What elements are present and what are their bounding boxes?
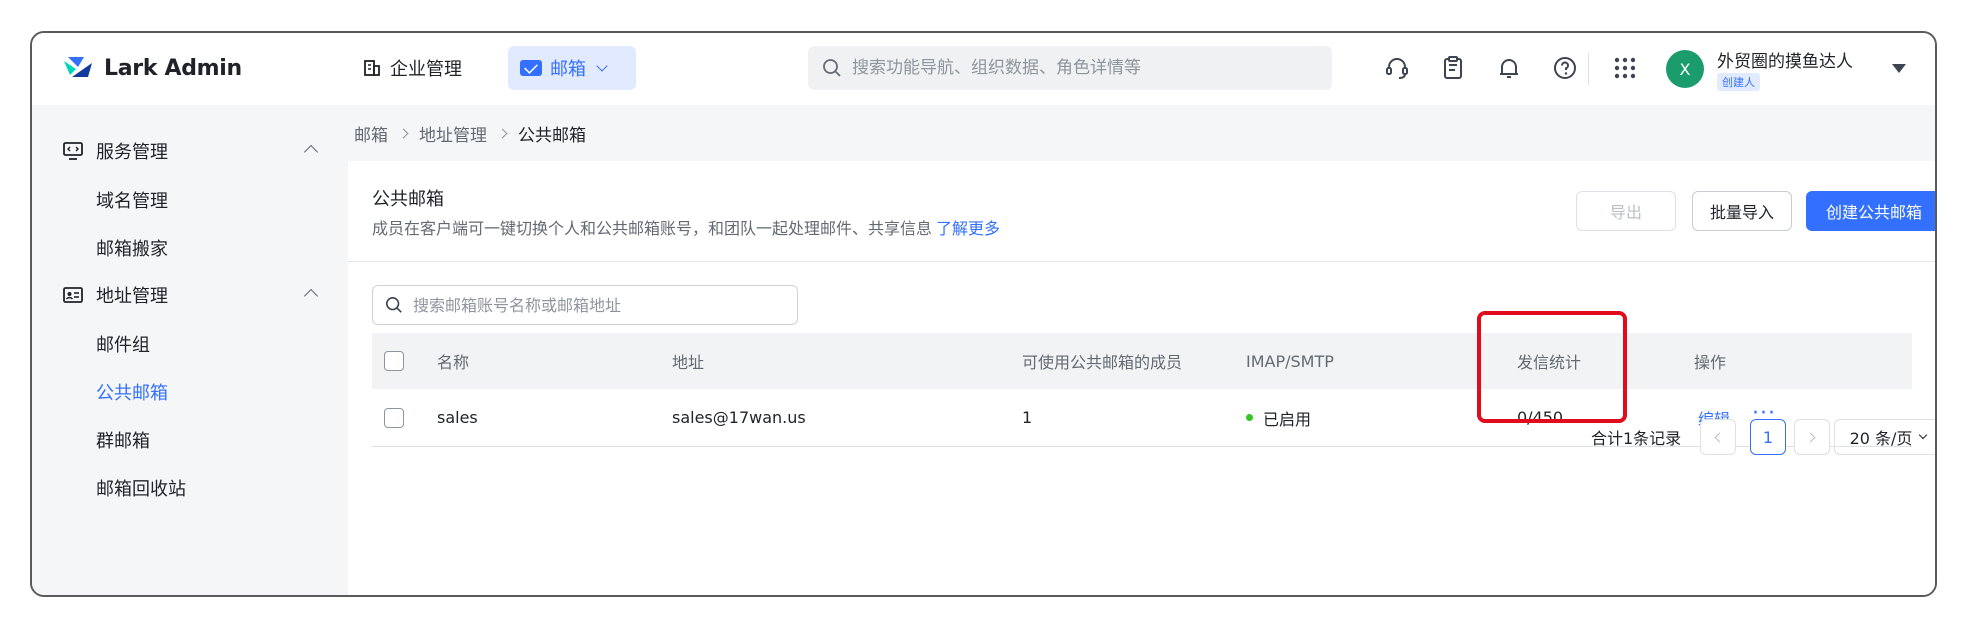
caret-down-icon[interactable]: [1892, 64, 1906, 73]
sidebar-item-mail-recycle-bin[interactable]: 邮箱回收站: [96, 475, 186, 501]
user-role-badge: 创建人: [1717, 73, 1760, 91]
app-grid-icon[interactable]: [1612, 55, 1638, 81]
page-number-current[interactable]: 1: [1750, 419, 1786, 455]
table-search[interactable]: [372, 285, 798, 325]
sidebar-item-domain[interactable]: 域名管理: [96, 187, 168, 213]
export-button[interactable]: 导出: [1576, 191, 1676, 231]
help-icon[interactable]: [1552, 55, 1578, 81]
global-search[interactable]: [808, 46, 1332, 90]
nav-mailbox-label: 邮箱: [550, 59, 586, 80]
sidebar-group-service[interactable]: 服务管理: [62, 139, 322, 163]
column-header-actions: 操作: [1694, 353, 1727, 372]
row-select-cell: [384, 389, 404, 446]
page-description: 成员在客户端可一键切换个人和公共邮箱账号，和团队一起处理邮件、共享信息 了解更多: [372, 215, 1000, 239]
monitor-icon: [63, 142, 83, 160]
column-header-address: 地址: [672, 353, 705, 372]
sidebar: 服务管理 域名管理 邮箱搬家 地址管理 邮件组 公共邮箱 群邮箱 邮箱回收站: [32, 105, 348, 595]
chevron-down-icon: [596, 60, 608, 72]
headset-icon[interactable]: [1384, 55, 1410, 81]
page-size-select[interactable]: 20 条/页: [1834, 419, 1935, 455]
sidebar-item-group-mailbox[interactable]: 群邮箱: [96, 427, 150, 453]
select-all-cell: [384, 333, 404, 389]
create-public-mailbox-button[interactable]: 创建公共邮箱: [1806, 191, 1935, 231]
breadcrumb-address-management[interactable]: 地址管理: [419, 121, 487, 146]
cell-address: sales@17wan.us: [672, 408, 806, 427]
page-title: 公共邮箱: [372, 189, 444, 210]
chevron-left-icon: [1714, 432, 1725, 442]
sidebar-group-address[interactable]: 地址管理: [62, 283, 322, 307]
breadcrumb-mailbox[interactable]: 邮箱: [354, 121, 388, 146]
select-all-checkbox[interactable]: [384, 351, 404, 371]
column-header-imap-smtp: IMAP/SMTP: [1246, 351, 1334, 371]
chevron-right-icon: [398, 128, 409, 138]
chevron-up-icon: [303, 144, 319, 160]
chevron-right-icon: [497, 128, 508, 138]
row-checkbox[interactable]: [384, 407, 404, 428]
sidebar-item-public-mailbox[interactable]: 公共邮箱: [96, 379, 168, 405]
chevron-down-icon: [1919, 430, 1928, 440]
next-page-button[interactable]: [1794, 419, 1830, 455]
status-dot-icon: [1246, 414, 1253, 421]
page-description-text: 成员在客户端可一键切换个人和公共邮箱账号，和团队一起处理邮件、共享信息: [372, 219, 933, 238]
cell-name: sales: [437, 408, 478, 427]
avatar[interactable]: X: [1666, 50, 1704, 88]
app-logo-text: Lark Admin: [104, 55, 242, 81]
global-search-input[interactable]: [852, 58, 1312, 78]
cell-send-stats: 0/450: [1517, 408, 1564, 427]
chevron-up-icon: [303, 288, 319, 304]
pagination-total: 合计1条记录: [1591, 429, 1682, 448]
sidebar-item-mail-migration[interactable]: 邮箱搬家: [96, 235, 168, 261]
app-window: Lark Admin 企业管理 邮箱 搜索功能导航、组织数据、角色详情等 X 外…: [30, 31, 1937, 597]
nav-enterprise-management[interactable]: 企业管理: [350, 46, 474, 90]
header-divider: [1588, 53, 1589, 85]
clipboard-icon[interactable]: [1440, 55, 1466, 81]
page-size-label: 20 条/页: [1849, 429, 1913, 448]
prev-page-button[interactable]: [1700, 419, 1736, 455]
sidebar-group-service-label: 服务管理: [96, 142, 168, 163]
search-icon: [385, 296, 402, 313]
nav-enterprise-label: 企业管理: [390, 59, 462, 80]
sidebar-item-mail-group[interactable]: 邮件组: [96, 331, 150, 357]
cell-imap-status: 已启用: [1246, 389, 1311, 446]
sidebar-group-address-label: 地址管理: [96, 286, 168, 307]
mailbox-search-input[interactable]: [413, 295, 793, 315]
lark-logo-icon: [64, 57, 92, 77]
column-header-name: 名称: [437, 353, 470, 372]
main-content: 邮箱 地址管理 公共邮箱 公共邮箱 成员在客户端可一键切换个人和公共邮箱账号，和…: [348, 105, 1935, 595]
learn-more-link[interactable]: 了解更多: [936, 219, 1000, 238]
column-header-members: 可使用公共邮箱的成员: [1022, 353, 1183, 372]
chevron-right-icon: [1805, 432, 1816, 442]
bell-icon[interactable]: [1496, 55, 1522, 81]
app-logo[interactable]: Lark Admin: [62, 52, 242, 84]
building-icon: [364, 60, 380, 76]
cell-members: 1: [1022, 408, 1033, 427]
table-header: 名称 地址 可使用公共邮箱的成员 IMAP/SMTP 发信统计 操作: [372, 333, 1912, 389]
nav-mailbox[interactable]: 邮箱: [508, 46, 636, 90]
bulk-import-button[interactable]: 批量导入: [1692, 191, 1792, 231]
imap-status-text: 已启用: [1263, 409, 1312, 429]
breadcrumb: 邮箱 地址管理 公共邮箱: [348, 105, 1935, 161]
content-panel: 公共邮箱 成员在客户端可一键切换个人和公共邮箱账号，和团队一起处理邮件、共享信息…: [348, 161, 1935, 595]
column-header-send-stats: 发信统计: [1517, 353, 1582, 372]
id-card-icon: [63, 287, 83, 303]
user-name[interactable]: 外贸圈的摸鱼达人: [1717, 47, 1853, 72]
top-header: Lark Admin 企业管理 邮箱 搜索功能导航、组织数据、角色详情等 X 外…: [32, 33, 1935, 105]
search-icon: [823, 59, 841, 77]
divider: [348, 261, 1935, 262]
envelope-icon: [520, 60, 542, 76]
breadcrumb-current: 公共邮箱: [518, 125, 586, 146]
